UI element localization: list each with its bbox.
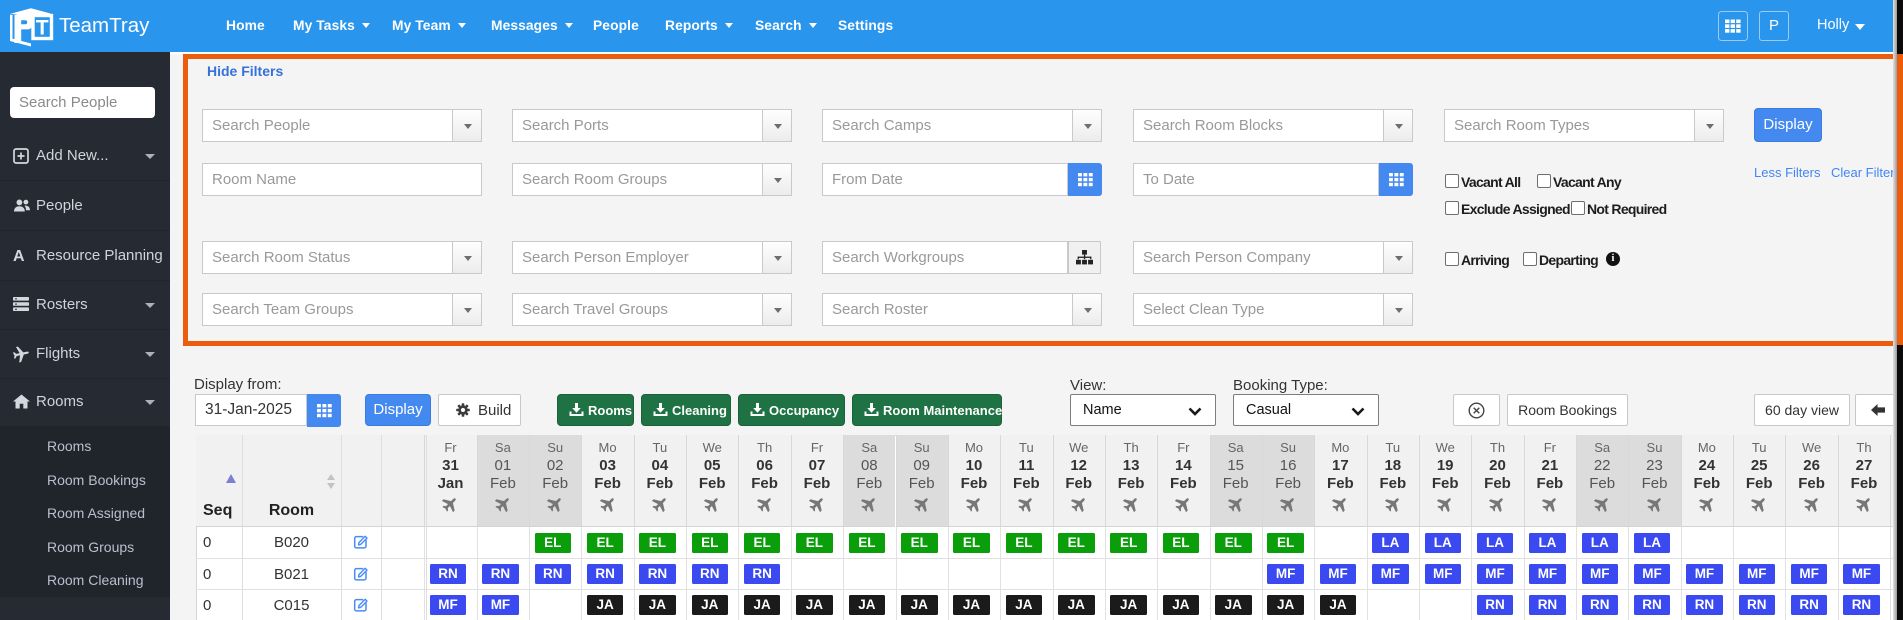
svg-text:T: T bbox=[36, 17, 49, 40]
